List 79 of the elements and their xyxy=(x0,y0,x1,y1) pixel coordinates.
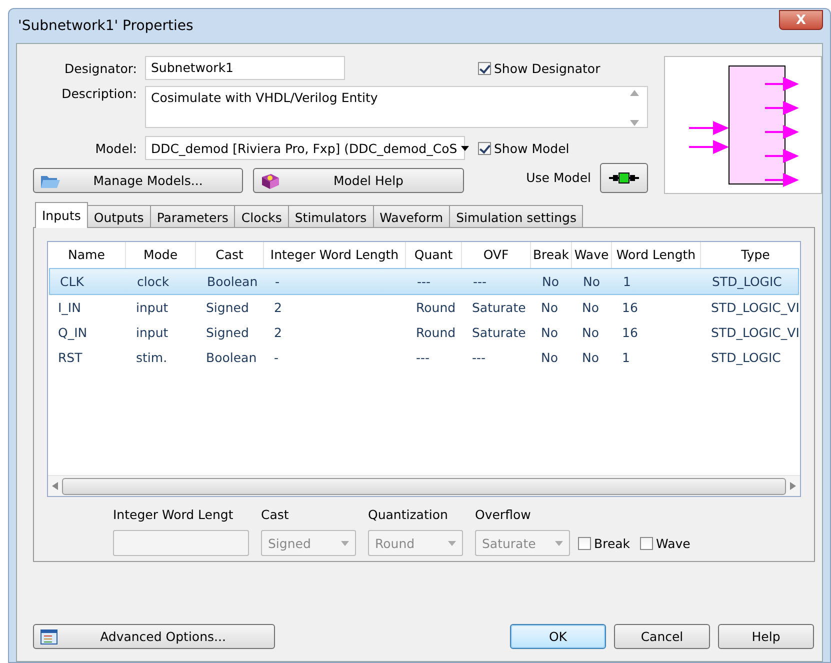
table-cell-text: STD_LOGIC_VI xyxy=(710,300,800,315)
horizontal-scrollbar[interactable] xyxy=(48,475,800,496)
table-cell-text: stim. xyxy=(135,350,168,365)
use-model-button[interactable] xyxy=(600,162,648,192)
table-cell-text: Saturate xyxy=(471,300,527,315)
tab[interactable]: Stimulators xyxy=(288,205,374,228)
table-cell-text: input xyxy=(135,300,170,315)
table-cell-text: No xyxy=(581,325,600,340)
table-cell-text: No xyxy=(541,274,560,289)
table-cell-text: - xyxy=(274,274,281,289)
field-label: Cast xyxy=(261,507,290,524)
field-label: Quantization xyxy=(368,507,449,524)
dialog-button[interactable]: Cancel xyxy=(614,624,710,649)
table-cell-text: input xyxy=(135,325,170,340)
window-title: 'Subnetwork1' Properties xyxy=(17,18,194,34)
table-cell-text: No xyxy=(581,350,600,365)
table-cell-text: --- xyxy=(471,350,487,365)
table-cell-text: 1 xyxy=(622,274,632,289)
table-cell-text: STD_LOGIC xyxy=(711,274,783,289)
table-cell-text: No xyxy=(540,350,559,365)
table-cell-text: --- xyxy=(415,350,431,365)
advanced-options-button[interactable]: Advanced Options... xyxy=(33,624,275,649)
use-model-label: Use Model xyxy=(526,170,591,185)
table-cell-text: Round xyxy=(415,325,457,340)
table-cell-text: RST xyxy=(57,350,84,365)
table-cell-text: No xyxy=(540,300,559,315)
table-cell-text: 16 xyxy=(621,325,639,340)
table-cell-text: clock xyxy=(136,274,170,289)
tab[interactable]: Clocks xyxy=(234,205,289,228)
table-cell-text: Boolean xyxy=(206,274,259,289)
table-cell-text: No xyxy=(540,325,559,340)
table-cell-text: Boolean xyxy=(205,350,258,365)
table-cell-text: STD_LOGIC xyxy=(710,350,782,365)
tab[interactable]: Inputs xyxy=(35,202,88,228)
table-cell-text: --- xyxy=(416,274,432,289)
field-label: Description: xyxy=(60,86,138,101)
table-cell-text: No xyxy=(581,300,600,315)
tab[interactable]: Outputs xyxy=(86,205,151,228)
dialog-button[interactable]: Help xyxy=(718,624,814,649)
left-arrow-icon xyxy=(52,482,58,490)
table-cell-text: Signed xyxy=(205,300,250,315)
tab[interactable]: Simulation settings xyxy=(449,205,584,228)
field-label: Integer Word Lengt xyxy=(113,507,234,524)
description-field[interactable]: Cosimulate with VHDL/Verilog Entity xyxy=(145,86,648,128)
designator-field[interactable]: Subnetwork1 xyxy=(145,56,345,80)
form-icon xyxy=(40,628,58,644)
table-cell-text: I_IN xyxy=(57,300,82,315)
show-model-checkbox[interactable]: Show Model xyxy=(478,140,570,156)
table-cell-text: 2 xyxy=(273,325,283,340)
right-arrow-icon xyxy=(790,482,796,490)
table-cell-text: CLK xyxy=(59,274,85,289)
dialog-button[interactable]: OK xyxy=(510,624,606,649)
table-cell-text: 1 xyxy=(621,350,631,365)
table-cell-text: Q_IN xyxy=(57,325,88,340)
table-cell-text: 2 xyxy=(273,300,283,315)
table-cell-text: --- xyxy=(472,274,488,289)
table-cell-text: Saturate xyxy=(471,325,527,340)
table-row[interactable]: Q_IN input Signed 2 Round Saturate No No 16 STD_LOGIC_VI xyxy=(48,320,800,345)
selected-row[interactable]: CLK clock Boolean - --- --- No No 1 STD_LOGIC xyxy=(49,268,799,295)
show-designator-checkbox[interactable]: Show Designator xyxy=(478,60,600,76)
block-icon xyxy=(608,172,640,184)
up-arrow-icon xyxy=(630,90,639,96)
table-cell-text: Round xyxy=(415,300,457,315)
description-text: Cosimulate with VHDL/Verilog Entity xyxy=(151,90,378,105)
field-label: Overflow xyxy=(475,507,532,524)
table-cell-text: STD_LOGIC_VI xyxy=(710,325,800,340)
table-cell-text: Signed xyxy=(205,325,250,340)
model-help-button[interactable]: Model Help xyxy=(253,168,464,193)
field-label: Designator: xyxy=(64,60,138,76)
field-label: Model: xyxy=(94,140,138,156)
table-cell-text: - xyxy=(273,350,280,365)
table-row[interactable]: I_IN input Signed 2 Round Saturate No No 16 STD_LOGIC_VI xyxy=(48,295,800,320)
table-cell-text: No xyxy=(582,274,601,289)
down-arrow-icon xyxy=(630,120,639,126)
manage-models-button[interactable]: Manage Models... xyxy=(33,168,243,193)
tab[interactable]: Parameters xyxy=(150,205,236,228)
table-cell-text: 16 xyxy=(621,300,639,315)
table-row[interactable]: RST stim. Boolean - --- --- No No 1 STD_LOGIC xyxy=(48,345,800,370)
tab[interactable]: Waveform xyxy=(372,205,450,228)
